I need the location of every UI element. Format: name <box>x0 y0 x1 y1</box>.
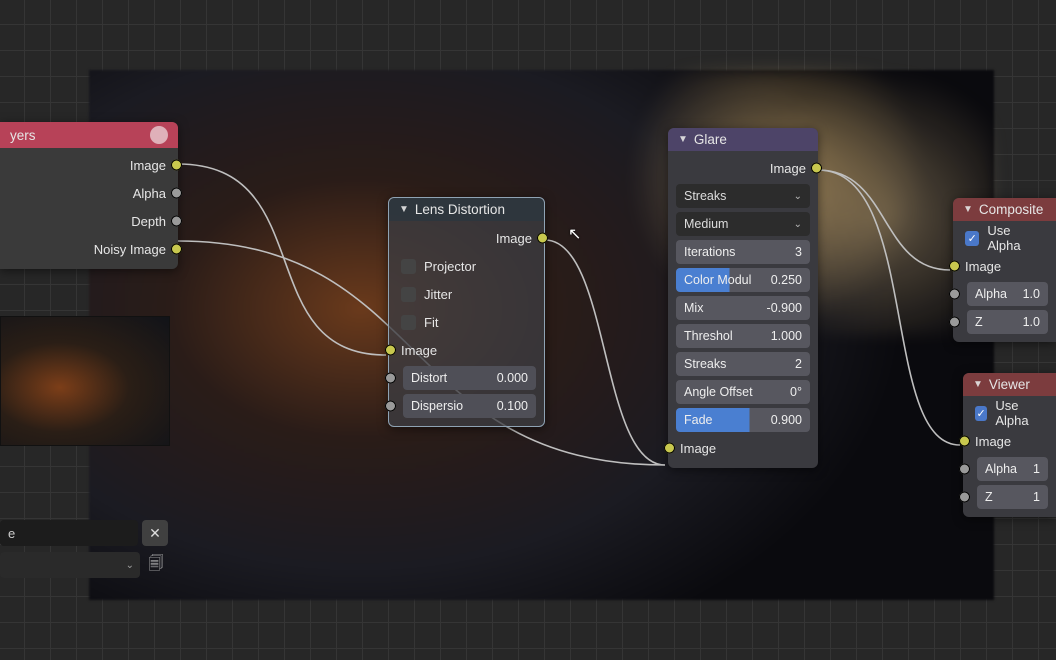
node-title: Composite <box>979 202 1044 217</box>
viewer-thumbnail <box>0 316 170 446</box>
socket-output-image[interactable]: Image <box>676 156 810 180</box>
node-header[interactable]: yers <box>0 122 178 148</box>
chevron-down-icon: ⌄ <box>126 560 134 571</box>
select-glare-quality[interactable]: Medium⌄ <box>676 212 810 236</box>
checkbox-use-alpha[interactable]: ✓Use Alpha <box>971 401 1048 425</box>
collapse-icon[interactable]: ▼ <box>399 204 409 215</box>
field-alpha[interactable]: Alpha1.0 <box>967 282 1048 306</box>
socket-input-image[interactable]: Image <box>397 338 536 362</box>
socket-input-image[interactable]: Image <box>961 254 1048 278</box>
node-header[interactable]: ▼ Glare <box>668 128 818 151</box>
node-render-layers[interactable]: yers Image Alpha Depth Noisy Image <box>0 122 178 269</box>
node-header[interactable]: ▼ Viewer <box>963 373 1056 396</box>
field-color-modulation[interactable]: Color Modul0.250 <box>676 268 810 292</box>
chevron-down-icon: ⌄ <box>794 191 802 202</box>
copy-button[interactable]: 🗐 <box>144 552 168 578</box>
clear-button[interactable]: ✕ <box>142 520 168 546</box>
node-header[interactable]: ▼ Composite <box>953 198 1056 221</box>
field-dispersion-row: Dispersio0.100 <box>397 394 536 418</box>
node-composite[interactable]: ▼ Composite ✓Use Alpha Image Alpha1.0 Z1… <box>953 198 1056 342</box>
socket-output-image[interactable]: Image <box>397 226 536 250</box>
node-lens-distortion[interactable]: ▼ Lens Distortion Image Projector Jitter… <box>388 197 545 427</box>
field-iterations[interactable]: Iterations3 <box>676 240 810 264</box>
field-angle-offset[interactable]: Angle Offset0° <box>676 380 810 404</box>
close-icon: ✕ <box>149 525 161 542</box>
checkbox-fit[interactable]: Fit <box>397 310 536 334</box>
bottom-tool-fragment: e ✕ ⌄ 🗐 <box>0 520 168 578</box>
checkbox-projector[interactable]: Projector <box>397 254 536 278</box>
select-glare-type[interactable]: Streaks⌄ <box>676 184 810 208</box>
material-icon <box>150 126 168 144</box>
socket-noisy-image[interactable]: Noisy Image <box>8 237 170 261</box>
socket-input-image[interactable]: Image <box>971 429 1048 453</box>
field-streaks[interactable]: Streaks2 <box>676 352 810 376</box>
chevron-down-icon: ⌄ <box>794 219 802 230</box>
field-distort-row: Distort0.000 <box>397 366 536 390</box>
socket-depth[interactable]: Depth <box>8 209 170 233</box>
checkbox-jitter[interactable]: Jitter <box>397 282 536 306</box>
node-title: yers <box>10 128 36 143</box>
node-glare[interactable]: ▼ Glare Image Streaks⌄ Medium⌄ Iteration… <box>668 128 818 468</box>
field-alpha[interactable]: Alpha1 <box>977 457 1048 481</box>
field-threshold[interactable]: Threshol1.000 <box>676 324 810 348</box>
name-input[interactable]: e <box>0 520 138 546</box>
collapse-icon[interactable]: ▼ <box>963 204 973 215</box>
dropdown[interactable]: ⌄ <box>0 552 140 578</box>
field-z-row: Z1.0 <box>961 310 1048 334</box>
field-distort[interactable]: Distort0.000 <box>403 366 536 390</box>
checkbox-use-alpha[interactable]: ✓Use Alpha <box>961 226 1048 250</box>
field-fade[interactable]: Fade0.900 <box>676 408 810 432</box>
node-title: Lens Distortion <box>415 202 505 217</box>
field-mix[interactable]: Mix-0.900 <box>676 296 810 320</box>
node-header[interactable]: ▼ Lens Distortion <box>389 198 544 221</box>
node-viewer[interactable]: ▼ Viewer ✓Use Alpha Image Alpha1 Z1 <box>963 373 1056 517</box>
field-dispersion[interactable]: Dispersio0.100 <box>403 394 536 418</box>
clipboard-icon: 🗐 <box>149 553 164 578</box>
node-title: Viewer <box>989 377 1030 392</box>
field-z[interactable]: Z1.0 <box>967 310 1048 334</box>
cursor-icon: ↖ <box>568 224 581 244</box>
field-alpha-row: Alpha1.0 <box>961 282 1048 306</box>
field-alpha-row: Alpha1 <box>971 457 1048 481</box>
field-z-row: Z1 <box>971 485 1048 509</box>
collapse-icon[interactable]: ▼ <box>678 134 688 145</box>
field-z[interactable]: Z1 <box>977 485 1048 509</box>
socket-image[interactable]: Image <box>8 153 170 177</box>
socket-input-image[interactable]: Image <box>676 436 810 460</box>
node-title: Glare <box>694 132 727 147</box>
socket-alpha[interactable]: Alpha <box>8 181 170 205</box>
collapse-icon[interactable]: ▼ <box>973 379 983 390</box>
